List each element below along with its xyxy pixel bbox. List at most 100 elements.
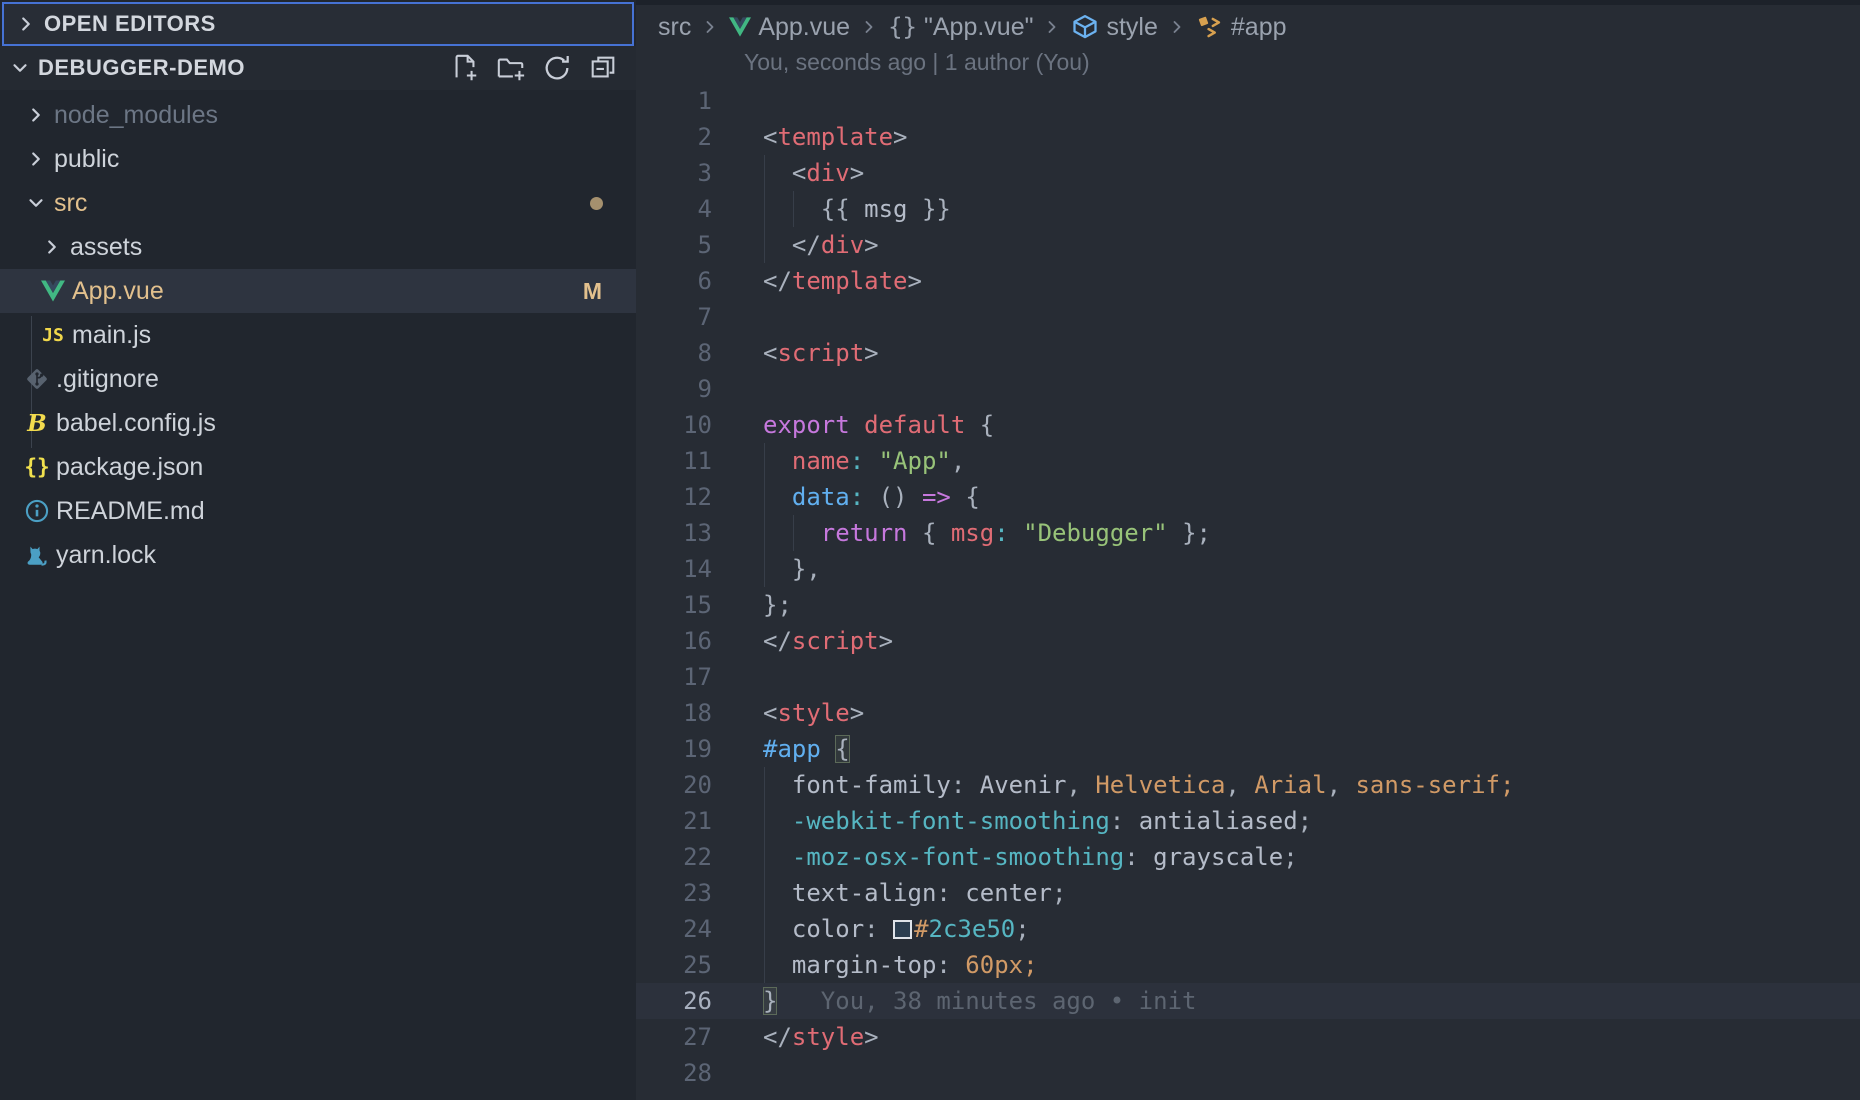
code-line-12[interactable]: 12 data: () => { xyxy=(636,479,1860,515)
code-line-17[interactable]: 17 xyxy=(636,659,1860,695)
tree-item-App.vue[interactable]: App.vueM xyxy=(0,269,636,313)
line-number[interactable]: 2 xyxy=(636,123,712,151)
code-line-content: -webkit-font-smoothing: antialiased; xyxy=(763,803,1312,839)
code-line-23[interactable]: 23 text-align: center; xyxy=(636,875,1860,911)
inline-blame-annotation: You, 38 minutes ago • init xyxy=(821,987,1197,1015)
vscode-window: OPEN EDITORS DEBUGGER-DEMO node_modulesp… xyxy=(0,0,1860,1100)
line-number[interactable]: 15 xyxy=(636,591,712,619)
line-number[interactable]: 16 xyxy=(636,627,712,655)
chevron-right-icon xyxy=(24,147,48,171)
tree-item-yarn.lock[interactable]: yarn.lock xyxy=(0,533,636,577)
refresh-button[interactable] xyxy=(542,53,572,83)
line-number[interactable]: 3 xyxy=(636,159,712,187)
code-line-4[interactable]: 4 {{ msg }} xyxy=(636,191,1860,227)
gitlens-authors-codelens[interactable]: You, seconds ago | 1 author (You) xyxy=(636,49,1860,83)
line-number[interactable]: 13 xyxy=(636,519,712,547)
code-line-10[interactable]: 10export default { xyxy=(636,407,1860,443)
code-line-content: return { msg: "Debugger" }; xyxy=(763,515,1211,551)
line-number[interactable]: 10 xyxy=(636,411,712,439)
line-number[interactable]: 20 xyxy=(636,771,712,799)
code-line-content: }You, 38 minutes ago • init xyxy=(763,983,1196,1019)
tree-item-assets[interactable]: assets xyxy=(0,225,636,269)
code-editor[interactable]: 12<template>3 <div>4 {{ msg }}5 </div>6<… xyxy=(636,83,1860,1091)
line-number[interactable]: 23 xyxy=(636,879,712,907)
new-folder-button[interactable] xyxy=(496,53,526,83)
tree-item-.gitignore[interactable]: .gitignore xyxy=(0,357,636,401)
line-number[interactable]: 18 xyxy=(636,699,712,727)
line-number[interactable]: 12 xyxy=(636,483,712,511)
line-number[interactable]: 6 xyxy=(636,267,712,295)
tree-item-main.js[interactable]: JSmain.js xyxy=(0,313,636,357)
tree-item-package.json[interactable]: {}package.json xyxy=(0,445,636,489)
breadcrumb-item-src[interactable]: src xyxy=(658,13,691,42)
line-number[interactable]: 21 xyxy=(636,807,712,835)
code-line-28[interactable]: 28 xyxy=(636,1055,1860,1091)
code-line-26[interactable]: 26 }You, 38 minutes ago • init xyxy=(636,983,1860,1019)
chevron-right-icon xyxy=(40,235,64,259)
line-number[interactable]: 4 xyxy=(636,195,712,223)
yarn-file-icon xyxy=(24,542,50,568)
line-number[interactable]: 25 xyxy=(636,951,712,979)
line-number[interactable]: 26 xyxy=(636,987,712,1015)
code-line-content: text-align: center; xyxy=(763,875,1066,911)
breadcrumb-separator-icon xyxy=(700,17,720,37)
open-editors-header[interactable]: OPEN EDITORS xyxy=(2,2,634,46)
breadcrumb-item-app[interactable]: #app xyxy=(1196,13,1287,42)
tree-item-src[interactable]: src xyxy=(0,181,636,225)
folder-section-header[interactable]: DEBUGGER-DEMO xyxy=(0,46,636,90)
code-line-16[interactable]: 16</script> xyxy=(636,623,1860,659)
code-line-1[interactable]: 1 xyxy=(636,83,1860,119)
tree-item-babel.config.js[interactable]: Bbabel.config.js xyxy=(0,401,636,445)
collapse-all-button[interactable] xyxy=(588,53,618,83)
code-line-15[interactable]: 15}; xyxy=(636,587,1860,623)
code-line-content: }; xyxy=(763,587,792,623)
code-line-6[interactable]: 6</template> xyxy=(636,263,1860,299)
indent-guide xyxy=(764,479,765,515)
code-line-8[interactable]: 8<script> xyxy=(636,335,1860,371)
line-number[interactable]: 11 xyxy=(636,447,712,475)
line-number[interactable]: 5 xyxy=(636,231,712,259)
breadcrumb-item-style[interactable]: style xyxy=(1071,13,1157,42)
code-line-27[interactable]: 27</style> xyxy=(636,1019,1860,1055)
indent-guide xyxy=(793,515,794,551)
tree-item-label: node_modules xyxy=(54,101,218,130)
tree-item-public[interactable]: public xyxy=(0,137,636,181)
code-line-3[interactable]: 3 <div> xyxy=(636,155,1860,191)
code-line-20[interactable]: 20 font-family: Avenir, Helvetica, Arial… xyxy=(636,767,1860,803)
line-number[interactable]: 22 xyxy=(636,843,712,871)
breadcrumb-item-app-vue[interactable]: {}"App.vue" xyxy=(888,13,1033,42)
code-line-13[interactable]: 13 return { msg: "Debugger" }; xyxy=(636,515,1860,551)
code-line-24[interactable]: 24 color: #2c3e50; xyxy=(636,911,1860,947)
new-file-button[interactable] xyxy=(450,53,480,83)
tree-item-README.md[interactable]: README.md xyxy=(0,489,636,533)
code-line-7[interactable]: 7 xyxy=(636,299,1860,335)
line-number[interactable]: 19 xyxy=(636,735,712,763)
line-number[interactable]: 9 xyxy=(636,375,712,403)
code-line-19[interactable]: 19#app { xyxy=(636,731,1860,767)
line-number[interactable]: 24 xyxy=(636,915,712,943)
line-number[interactable]: 1 xyxy=(636,87,712,115)
git-modified-badge: M xyxy=(583,278,602,305)
code-line-22[interactable]: 22 -moz-osx-font-smoothing: grayscale; xyxy=(636,839,1860,875)
color-swatch[interactable] xyxy=(893,920,912,939)
code-line-2[interactable]: 2<template> xyxy=(636,119,1860,155)
code-line-14[interactable]: 14 }, xyxy=(636,551,1860,587)
breadcrumb-item-app-vue[interactable]: App.vue xyxy=(729,13,850,42)
code-line-5[interactable]: 5 </div> xyxy=(636,227,1860,263)
line-number[interactable]: 27 xyxy=(636,1023,712,1051)
code-line-9[interactable]: 9 xyxy=(636,371,1860,407)
line-number[interactable]: 14 xyxy=(636,555,712,583)
tree-item-node_modules[interactable]: node_modules xyxy=(0,93,636,137)
code-line-content: }, xyxy=(763,551,821,587)
tree-item-label: babel.config.js xyxy=(56,409,216,438)
code-line-21[interactable]: 21 -webkit-font-smoothing: antialiased; xyxy=(636,803,1860,839)
code-line-18[interactable]: 18<style> xyxy=(636,695,1860,731)
line-number[interactable]: 8 xyxy=(636,339,712,367)
line-number[interactable]: 7 xyxy=(636,303,712,331)
line-number[interactable]: 28 xyxy=(636,1059,712,1087)
code-line-25[interactable]: 25 margin-top: 60px; xyxy=(636,947,1860,983)
indent-guide xyxy=(764,839,765,875)
line-number[interactable]: 17 xyxy=(636,663,712,691)
code-line-content: <div> xyxy=(763,155,864,191)
code-line-11[interactable]: 11 name: "App", xyxy=(636,443,1860,479)
